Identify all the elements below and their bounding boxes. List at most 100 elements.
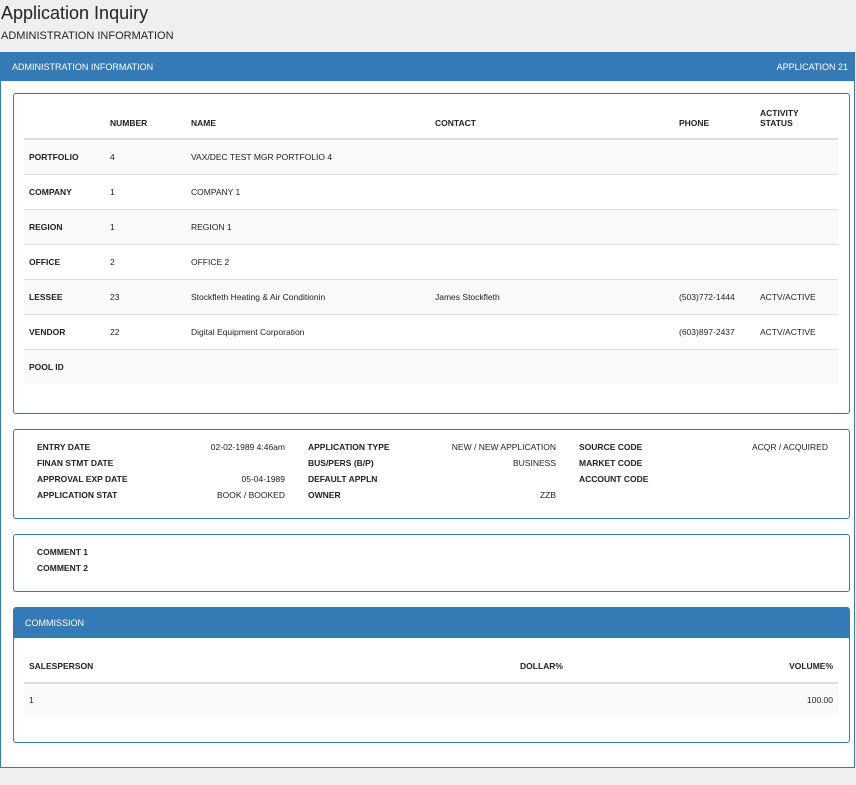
row-status — [755, 209, 838, 245]
row-name: COMPANY 1 — [186, 174, 430, 210]
row-name: OFFICE 2 — [186, 244, 430, 280]
detail-label: ACCOUNT CODE — [579, 474, 649, 484]
comment-2-label: COMMENT 2 — [37, 563, 88, 573]
panel-title: ADMINISTRATION INFORMATION — [12, 62, 154, 72]
panel-header: ADMINISTRATION INFORMATION APPLICATION 2… — [1, 53, 854, 81]
row-phone: (603)897-2437 — [674, 314, 755, 350]
row-phone: (503)772-1444 — [674, 279, 755, 315]
row-label: OFFICE — [24, 244, 105, 280]
row-number: 22 — [105, 314, 186, 350]
detail-value: 05-04-1989 — [241, 474, 285, 484]
row-name — [186, 349, 430, 384]
comment-1-label: COMMENT 1 — [37, 547, 88, 557]
main-panel: ADMINISTRATION INFORMATION APPLICATION 2… — [0, 52, 855, 768]
header-volume-percent: VOLUME% — [568, 650, 838, 684]
row-contact — [430, 244, 674, 280]
header-number: NUMBER — [105, 108, 186, 140]
row-contact — [430, 138, 674, 175]
table-row: REGION 1 REGION 1 — [24, 209, 838, 245]
row-status — [755, 138, 838, 175]
row-status: ACTV/ACTIVE — [755, 314, 838, 350]
row-name: REGION 1 — [186, 209, 430, 245]
salesperson-cell: 1 — [24, 682, 268, 716]
details-column-3: SOURCE CODE ACQR / ACQUIRED MARKET CODE A… — [579, 439, 828, 487]
table-row: PORTFOLIO 4 VAX/DEC TEST MGR PORTFOLIO 4 — [24, 138, 838, 175]
detail-value: ACQR / ACQUIRED — [751, 442, 828, 452]
commission-header: COMMISSION — [14, 608, 849, 638]
row-contact — [430, 209, 674, 245]
detail-label: BUS/PERS (B/P) — [308, 458, 374, 468]
detail-row: MARKET CODE — [579, 455, 828, 471]
detail-row: APPLICATION STAT BOOK / BOOKED — [37, 487, 285, 503]
row-contact — [430, 349, 674, 384]
row-phone — [674, 244, 755, 280]
row-label: VENDOR — [24, 314, 105, 350]
commission-table: SALESPERSON DOLLAR% VOLUME% 1 100.00 — [24, 650, 838, 716]
table-row: COMPANY 1 COMPANY 1 — [24, 174, 838, 210]
detail-row: FINAN STMT DATE — [37, 455, 285, 471]
row-status — [755, 174, 838, 210]
detail-row: BUS/PERS (B/P) BUSINESS — [308, 455, 556, 471]
page-subtitle: ADMINISTRATION INFORMATION — [1, 30, 174, 42]
row-status — [755, 349, 838, 384]
header-dollar-percent: DOLLAR% — [268, 650, 568, 684]
row-number: 4 — [105, 138, 186, 175]
row-phone — [674, 138, 755, 175]
row-contact — [430, 174, 674, 210]
detail-label: MARKET CODE — [579, 458, 643, 468]
detail-value: 02-02-1989 4:46am — [210, 442, 285, 452]
detail-row: SOURCE CODE ACQR / ACQUIRED — [579, 439, 828, 455]
detail-row: ACCOUNT CODE — [579, 471, 828, 487]
header-phone: PHONE — [674, 108, 755, 140]
detail-row: APPROVAL EXP DATE 05-04-1989 — [37, 471, 285, 487]
row-phone — [674, 209, 755, 245]
table-row: VENDOR 22 Digital Equipment Corporation … — [24, 314, 838, 350]
row-name: Digital Equipment Corporation — [186, 314, 430, 350]
detail-row: APPLICATION TYPE NEW / NEW APPLICATION — [308, 439, 556, 455]
row-number: 2 — [105, 244, 186, 280]
row-number: 1 — [105, 174, 186, 210]
commission-table-header: SALESPERSON DOLLAR% VOLUME% — [24, 650, 838, 684]
row-number: 1 — [105, 209, 186, 245]
detail-row: ENTRY DATE 02-02-1989 4:46am — [37, 439, 285, 455]
dollar-percent-cell — [268, 682, 568, 716]
row-contact: James Stockfleth — [430, 279, 674, 315]
volume-percent-cell: 100.00 — [568, 682, 838, 716]
application-number: APPLICATION 21 — [776, 62, 848, 72]
row-label: POOL ID — [24, 349, 105, 384]
row-name: VAX/DEC TEST MGR PORTFOLIO 4 — [186, 138, 430, 175]
detail-label: APPROVAL EXP DATE — [37, 474, 128, 484]
row-label: LESSEE — [24, 279, 105, 315]
detail-value: BUSINESS — [513, 458, 556, 468]
admin-table-header: NUMBER NAME CONTACT PHONE ACTIVITY STATU… — [24, 108, 838, 140]
header-contact: CONTACT — [430, 108, 674, 140]
row-number — [105, 349, 186, 384]
row-contact — [430, 314, 674, 350]
details-column-2: APPLICATION TYPE NEW / NEW APPLICATION BU… — [308, 439, 556, 503]
detail-label: APPLICATION STAT — [37, 490, 118, 500]
detail-label: SOURCE CODE — [579, 442, 643, 452]
page-title: Application Inquiry — [1, 3, 149, 23]
table-row: LESSEE 23 Stockfleth Heating & Air Condi… — [24, 279, 838, 315]
row-phone — [674, 174, 755, 210]
detail-label: ENTRY DATE — [37, 442, 91, 452]
header-name: NAME — [186, 108, 430, 140]
admin-table: NUMBER NAME CONTACT PHONE ACTIVITY STATU… — [24, 108, 838, 384]
row-label: REGION — [24, 209, 105, 245]
detail-value: BOOK / BOOKED — [216, 490, 285, 500]
header-activity-status: ACTIVITY STATUS — [755, 108, 838, 140]
admin-info-card: NUMBER NAME CONTACT PHONE ACTIVITY STATU… — [13, 93, 850, 414]
detail-row: OWNER ZZB — [308, 487, 556, 503]
row-name: Stockfleth Heating & Air Conditionin — [186, 279, 430, 315]
row-label: PORTFOLIO — [24, 138, 105, 175]
application-details-card: ENTRY DATE 02-02-1989 4:46am FINAN STMT D… — [13, 429, 850, 519]
row-status: ACTV/ACTIVE — [755, 279, 838, 315]
table-row: POOL ID — [24, 349, 838, 384]
row-status — [755, 244, 838, 280]
comments-card: COMMENT 1 COMMENT 2 — [13, 534, 850, 592]
detail-value: NEW / NEW APPLICATION — [451, 442, 556, 452]
detail-label: FINAN STMT DATE — [37, 458, 114, 468]
row-number: 23 — [105, 279, 186, 315]
details-column-1: ENTRY DATE 02-02-1989 4:46am FINAN STMT D… — [37, 439, 285, 503]
table-row: 1 100.00 — [24, 682, 838, 716]
